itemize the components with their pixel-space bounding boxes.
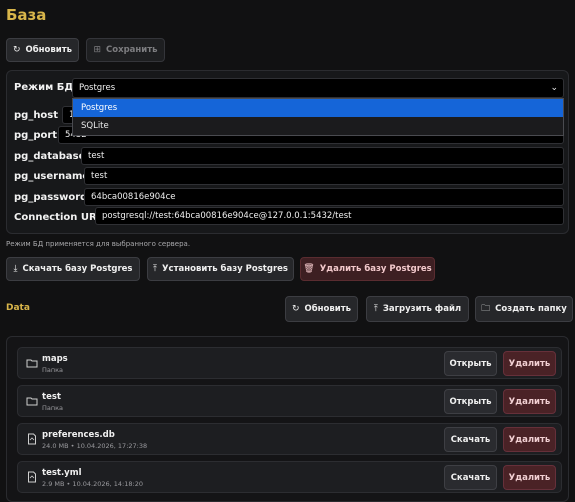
host-label: pg_host	[14, 110, 59, 121]
file-icon	[28, 471, 36, 483]
open-button[interactable]: Открыть	[444, 389, 497, 414]
folder-plus-icon: 🗀	[481, 304, 491, 314]
page-title: База	[6, 6, 47, 24]
install-db-label: Установить базу Postgres	[162, 264, 288, 274]
save-icon: ⊞	[93, 45, 102, 55]
item-name: test	[42, 392, 61, 402]
upload-icon: ⤒	[373, 304, 378, 314]
uri-label: Connection URI	[14, 212, 101, 223]
folder-icon	[26, 359, 38, 368]
password-label: pg_password	[14, 192, 88, 203]
item-name: preferences.db	[42, 430, 115, 440]
mode-label: Режим БД	[14, 82, 74, 93]
item-name: maps	[42, 354, 68, 364]
uri-input[interactable]: postgresql://test:64bca00816e904ce@127.0…	[95, 207, 564, 225]
delete-button[interactable]: Удалить	[503, 389, 556, 414]
refresh-icon: ↻	[291, 304, 300, 314]
data-refresh-button[interactable]: ↻ Обновить	[285, 296, 358, 322]
refresh-icon: ↻	[12, 45, 21, 55]
download-icon: ⤓	[13, 264, 18, 274]
download-db-label: Скачать базу Postgres	[22, 264, 133, 274]
item-meta: Папка	[42, 366, 64, 374]
delete-db-label: Удалить базу Postgres	[319, 264, 432, 274]
download-button[interactable]: Скачать	[444, 427, 497, 452]
download-db-button[interactable]: ⤓ Скачать базу Postgres	[6, 257, 140, 281]
data-section-title: Data	[6, 303, 30, 313]
save-button[interactable]: ⊞ Сохранить	[86, 38, 165, 62]
install-db-button[interactable]: ⤒ Установить базу Postgres	[147, 257, 294, 281]
delete-button[interactable]: Удалить	[503, 427, 556, 452]
password-input[interactable]: 64bca00816e904ce	[84, 188, 564, 206]
database-label: pg_database	[14, 151, 86, 162]
delete-button[interactable]: Удалить	[503, 351, 556, 376]
open-button[interactable]: Открыть	[444, 351, 497, 376]
list-item: maps Папка Открыть Удалить	[17, 347, 562, 379]
list-item: test Папка Открыть Удалить	[17, 385, 562, 417]
item-meta: 24.0 MB • 10.04.2026, 17:27:38	[42, 442, 148, 450]
mode-select-value: Postgres	[79, 83, 116, 93]
delete-db-button[interactable]: 🗑 Удалить базу Postgres	[300, 257, 435, 281]
list-item: test.yml 2.9 MB • 10.04.2026, 14:18:20 С…	[17, 461, 562, 493]
database-input[interactable]: test	[81, 147, 564, 165]
item-meta: Папка	[42, 404, 64, 412]
download-button[interactable]: Скачать	[444, 465, 497, 490]
mode-select[interactable]: Postgres ⌄	[72, 78, 564, 98]
delete-button[interactable]: Удалить	[503, 465, 556, 490]
port-label: pg_port	[14, 130, 58, 141]
mode-dropdown: Postgres SQLite	[72, 98, 564, 136]
folder-icon	[26, 397, 38, 406]
file-list: maps Папка Открыть Удалить test Папка От…	[6, 336, 569, 502]
data-refresh-label: Обновить	[304, 304, 352, 314]
refresh-button[interactable]: ↻ Обновить	[6, 38, 79, 62]
upload-icon: ⤒	[153, 264, 157, 274]
refresh-label: Обновить	[25, 45, 73, 55]
mode-hint: Режим БД применяется для выбранного серв…	[6, 240, 191, 248]
list-item: preferences.db 24.0 MB • 10.04.2026, 17:…	[17, 423, 562, 455]
upload-file-label: Загрузить файл	[382, 304, 462, 314]
mode-option-postgres[interactable]: Postgres	[73, 99, 563, 117]
upload-file-button[interactable]: ⤒ Загрузить файл	[366, 296, 469, 322]
username-label: pg_username	[14, 171, 90, 182]
item-meta: 2.9 MB • 10.04.2026, 14:18:20	[42, 480, 143, 488]
mode-option-sqlite[interactable]: SQLite	[73, 117, 563, 135]
username-input[interactable]: test	[84, 167, 564, 185]
new-folder-label: Создать папку	[495, 304, 567, 314]
new-folder-button[interactable]: 🗀 Создать папку	[475, 296, 573, 322]
file-icon	[28, 433, 36, 445]
save-label: Сохранить	[106, 45, 158, 55]
trash-icon: 🗑	[303, 264, 315, 274]
item-name: test.yml	[42, 468, 82, 478]
chevron-down-icon: ⌄	[550, 83, 558, 93]
